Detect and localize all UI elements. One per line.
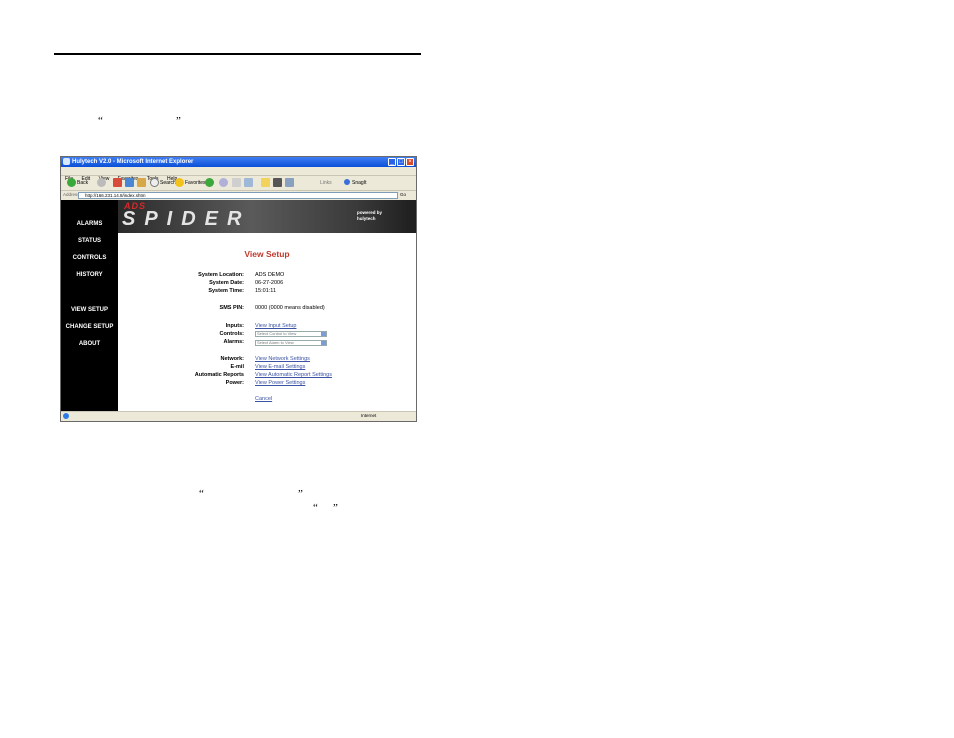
close-quote: ” <box>298 488 303 500</box>
status-bar: Internet <box>61 411 416 421</box>
system-date-label: System Date: <box>209 280 244 286</box>
ie-icon <box>63 158 70 165</box>
back-icon[interactable] <box>67 178 76 187</box>
controls-label: Controls: <box>219 331 244 337</box>
controls-select[interactable]: Select Control to View <box>255 331 327 337</box>
close-quote: ” <box>176 115 181 127</box>
alarms-select-value: Select Alarm to View <box>257 340 294 345</box>
brand-spider: SPIDER <box>122 208 251 230</box>
power-label: Power: <box>225 380 244 386</box>
inputs-label: Inputs: <box>225 323 244 329</box>
go-button[interactable]: Go <box>400 192 406 197</box>
banner: ADS SPIDER powered by hulytech <box>118 200 416 233</box>
nav-status[interactable]: STATUS <box>61 238 118 244</box>
snagit-label[interactable]: SnagIt <box>352 179 366 187</box>
minimize-button[interactable]: _ <box>388 158 396 166</box>
nav-view-setup[interactable]: VIEW SETUP <box>61 307 118 313</box>
system-date-value: 06-27-2006 <box>255 280 284 286</box>
sms-pin-value: 0000 (0000 means disabled) <box>255 305 325 311</box>
open-quote: “ <box>313 502 318 514</box>
system-time-value: 15:01:11 <box>255 288 277 294</box>
email-label: E-mil <box>230 364 244 370</box>
close-button[interactable]: × <box>406 158 414 166</box>
sms-pin-label: SMS PIN: <box>219 305 244 311</box>
window-title: Hulytech V2.0 - Microsoft Internet Explo… <box>72 159 194 165</box>
stop-icon[interactable] <box>113 178 122 187</box>
mail-icon[interactable] <box>232 178 241 187</box>
cancel-link[interactable]: Cancel <box>255 396 272 402</box>
nav-history[interactable]: HISTORY <box>61 272 118 278</box>
favorites-icon[interactable] <box>175 178 184 187</box>
address-bar: Address http://166.231.14.8/index.shtm G… <box>61 191 416 200</box>
print-icon[interactable] <box>244 178 253 187</box>
tool-icon[interactable] <box>273 178 282 187</box>
alarms-label: Alarms: <box>223 339 244 345</box>
close-quote: ” <box>333 502 338 514</box>
title-bar[interactable]: Hulytech V2.0 - Microsoft Internet Explo… <box>61 157 416 167</box>
controls-select-value: Select Control to View <box>257 331 297 336</box>
sidebar: ALARMS STATUS CONTROLS HISTORY VIEW SETU… <box>61 200 118 411</box>
search-icon[interactable] <box>150 178 159 187</box>
nav-controls[interactable]: CONTROLS <box>61 255 118 261</box>
toolbar: Back Search Favorites Links SnagIt <box>61 176 416 191</box>
powered-line2: hulytech <box>357 216 376 221</box>
refresh-icon[interactable] <box>125 178 134 187</box>
automatic-reports-label: Automatic Reports <box>194 372 244 378</box>
home-icon[interactable] <box>137 178 146 187</box>
links-label[interactable]: Links <box>320 179 332 187</box>
maximize-button[interactable]: □ <box>397 158 405 166</box>
back-label[interactable]: Back <box>77 179 88 187</box>
history-icon[interactable] <box>219 178 228 187</box>
system-location-label: System Location: <box>198 272 244 278</box>
snagit-icon[interactable] <box>344 179 350 185</box>
page-title: View Setup <box>244 249 290 259</box>
chevron-down-icon[interactable] <box>321 332 326 336</box>
page-status-icon <box>63 413 69 419</box>
search-label[interactable]: Search <box>160 179 176 187</box>
forward-icon[interactable] <box>97 178 106 187</box>
open-quote: “ <box>98 115 103 127</box>
nav-alarms[interactable]: ALARMS <box>61 221 118 227</box>
media-icon[interactable] <box>205 178 214 187</box>
view-automatic-report-settings-link[interactable]: View Automatic Report Settings <box>255 372 332 378</box>
document-top-rule <box>54 53 421 55</box>
view-input-setup-link[interactable]: View Input Setup <box>255 323 296 329</box>
view-network-settings-link[interactable]: View Network Settings <box>255 356 310 362</box>
system-time-label: System Time: <box>208 288 244 294</box>
powered-by: powered by hulytech <box>357 210 382 222</box>
view-email-settings-link[interactable]: View E-mail Settings <box>255 364 305 370</box>
messenger-icon[interactable] <box>285 178 294 187</box>
alarms-select[interactable]: Select Alarm to View <box>255 340 327 346</box>
view-power-settings-link[interactable]: View Power Settings <box>255 380 305 386</box>
chevron-down-icon[interactable] <box>321 341 326 345</box>
nav-change-setup[interactable]: CHANGE SETUP <box>61 324 118 330</box>
network-label: Network: <box>220 356 244 362</box>
browser-window: Hulytech V2.0 - Microsoft Internet Explo… <box>60 156 417 422</box>
menu-bar: File Edit View Favorites Tools Help <box>61 167 416 182</box>
open-quote: “ <box>199 488 204 500</box>
favorites-label[interactable]: Favorites <box>185 179 206 187</box>
folder-icon[interactable] <box>261 178 270 187</box>
page-content: ALARMS STATUS CONTROLS HISTORY VIEW SETU… <box>61 200 416 411</box>
address-input[interactable]: http://166.231.14.8/index.shtm <box>78 192 398 199</box>
system-location-value: ADS DEMO <box>255 272 285 278</box>
security-zone: Internet <box>361 413 377 418</box>
nav-about[interactable]: ABOUT <box>61 341 118 347</box>
